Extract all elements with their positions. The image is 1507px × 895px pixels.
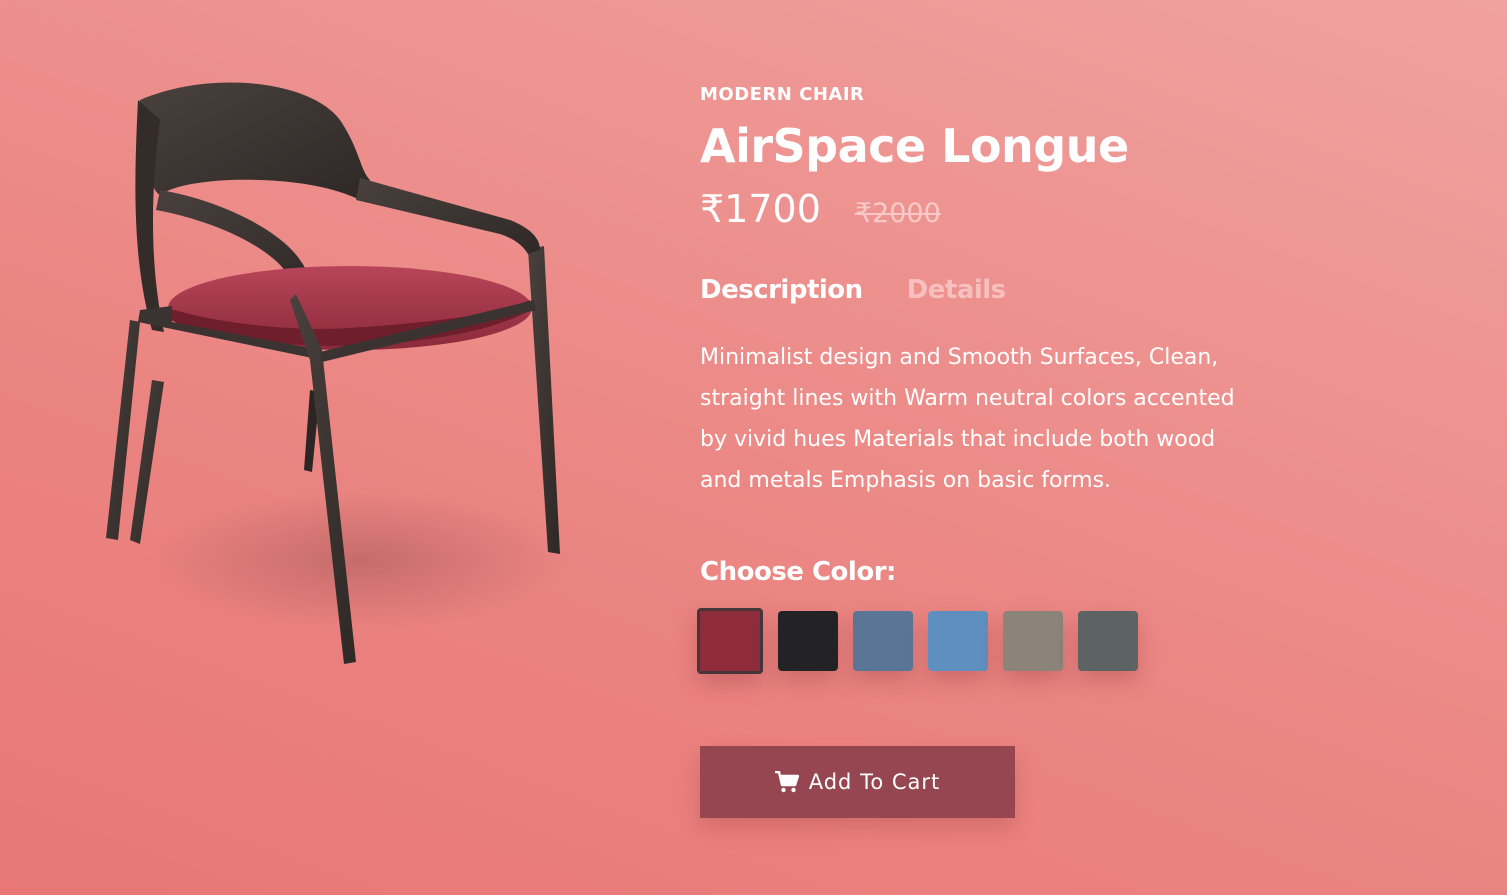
product-name: AirSpace Longue [700,119,1129,173]
product-image [60,60,620,700]
swatch-black[interactable] [778,611,838,671]
swatch-maroon[interactable] [697,608,763,674]
choose-color-label: Choose Color: [700,557,896,587]
info-tabs: Description Details [700,275,1260,305]
add-to-cart-button[interactable]: Add To Cart [700,746,1015,818]
add-to-cart-label: Add To Cart [808,770,941,794]
color-swatches [697,608,1260,674]
cart-icon [774,771,799,793]
tab-details[interactable]: Details [907,275,1007,305]
swatch-slate-grey[interactable] [1078,611,1138,671]
swatch-denim-blue[interactable] [853,611,913,671]
price-row: ₹1700 ₹2000 [700,187,1260,231]
current-price: ₹1700 [700,187,821,231]
product-category: MODERN CHAIR [700,84,865,105]
product-info: MODERN CHAIR AirSpace Longue ₹1700 ₹2000… [697,84,1260,818]
swatch-taupe[interactable] [1003,611,1063,671]
swatch-sky-blue[interactable] [928,611,988,671]
tab-description[interactable]: Description [700,275,863,305]
product-description: Minimalist design and Smooth Surfaces, C… [700,345,1235,493]
original-price: ₹2000 [854,198,941,229]
